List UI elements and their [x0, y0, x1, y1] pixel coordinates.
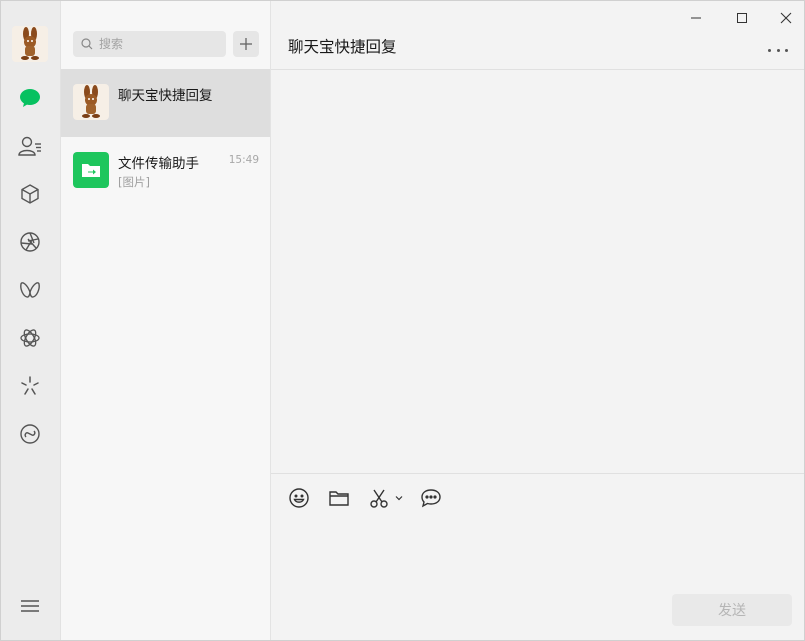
- more-dot: [776, 48, 780, 52]
- sparkle-icon: [21, 376, 39, 395]
- close-icon: [780, 12, 792, 24]
- app-window: 聊天宝快捷回复 文件传输助手 15:49 [图片] 聊天宝快捷回复: [0, 0, 805, 641]
- hamburger-menu-icon: [21, 600, 39, 612]
- screenshot-button[interactable]: [368, 486, 404, 510]
- more-dot: [785, 48, 788, 52]
- aperture-icon: [20, 232, 40, 252]
- chat-avatar: [73, 84, 109, 120]
- message-input[interactable]: [281, 521, 794, 581]
- minimize-button[interactable]: [682, 7, 710, 29]
- chevron-down-icon: [395, 496, 403, 501]
- more-options-button[interactable]: [768, 45, 788, 55]
- composer-divider: [271, 473, 804, 474]
- maximize-icon: [737, 13, 747, 23]
- chat-time: 15:49: [228, 154, 259, 166]
- nav-channels[interactable]: [17, 277, 43, 303]
- emoji-icon: [289, 488, 309, 508]
- nav-search-discover[interactable]: [17, 325, 43, 351]
- chat-preview: [图片]: [118, 175, 150, 189]
- nav-favorites[interactable]: [17, 181, 43, 207]
- cube-icon: [21, 184, 39, 204]
- chat-bubble-icon: [20, 89, 40, 107]
- chat-list-panel: 聊天宝快捷回复 文件传输助手 15:49 [图片]: [61, 1, 271, 640]
- close-button[interactable]: [772, 7, 800, 29]
- chat-header: 聊天宝快捷回复: [271, 1, 804, 70]
- rabbit-avatar-icon: [12, 26, 48, 62]
- left-nav: [1, 1, 61, 640]
- file-transfer-icon: [73, 152, 109, 188]
- user-avatar[interactable]: [12, 26, 48, 62]
- nav-contacts[interactable]: [17, 133, 43, 159]
- chat-name: 文件传输助手: [118, 156, 199, 172]
- butterfly-icon: [20, 282, 40, 298]
- chat-main: 聊天宝快捷回复 发送: [271, 1, 804, 640]
- contacts-icon: [18, 136, 41, 156]
- chat-history-button[interactable]: [420, 486, 442, 510]
- plus-icon: [240, 38, 252, 50]
- message-dots-icon: [421, 489, 441, 508]
- maximize-button[interactable]: [728, 7, 756, 29]
- search-input[interactable]: [99, 37, 219, 51]
- nav-moments[interactable]: [17, 229, 43, 255]
- mini-program-icon: [20, 424, 40, 444]
- more-dot: [768, 48, 771, 52]
- chat-list-item[interactable]: 聊天宝快捷回复: [61, 69, 270, 137]
- nav-miniprogram[interactable]: [17, 421, 43, 447]
- nav-menu[interactable]: [17, 593, 43, 619]
- folder-icon: [329, 491, 349, 506]
- emoji-button[interactable]: [288, 486, 310, 510]
- minimize-icon: [691, 17, 701, 19]
- search-icon: [81, 38, 93, 50]
- search-box[interactable]: [73, 31, 226, 57]
- nav-chats[interactable]: [17, 85, 43, 111]
- send-file-button[interactable]: [328, 486, 350, 510]
- send-button[interactable]: 发送: [672, 594, 792, 626]
- conversation-title: 聊天宝快捷回复: [288, 38, 397, 56]
- chat-avatar: [73, 152, 109, 188]
- add-button[interactable]: [233, 31, 259, 57]
- chat-list-item[interactable]: 文件传输助手 15:49 [图片]: [61, 137, 270, 205]
- nav-shake[interactable]: [17, 373, 43, 399]
- rabbit-avatar-icon: [73, 84, 109, 120]
- flower-icon: [20, 329, 40, 347]
- scissors-icon: [370, 489, 388, 508]
- chat-name: 聊天宝快捷回复: [118, 88, 213, 104]
